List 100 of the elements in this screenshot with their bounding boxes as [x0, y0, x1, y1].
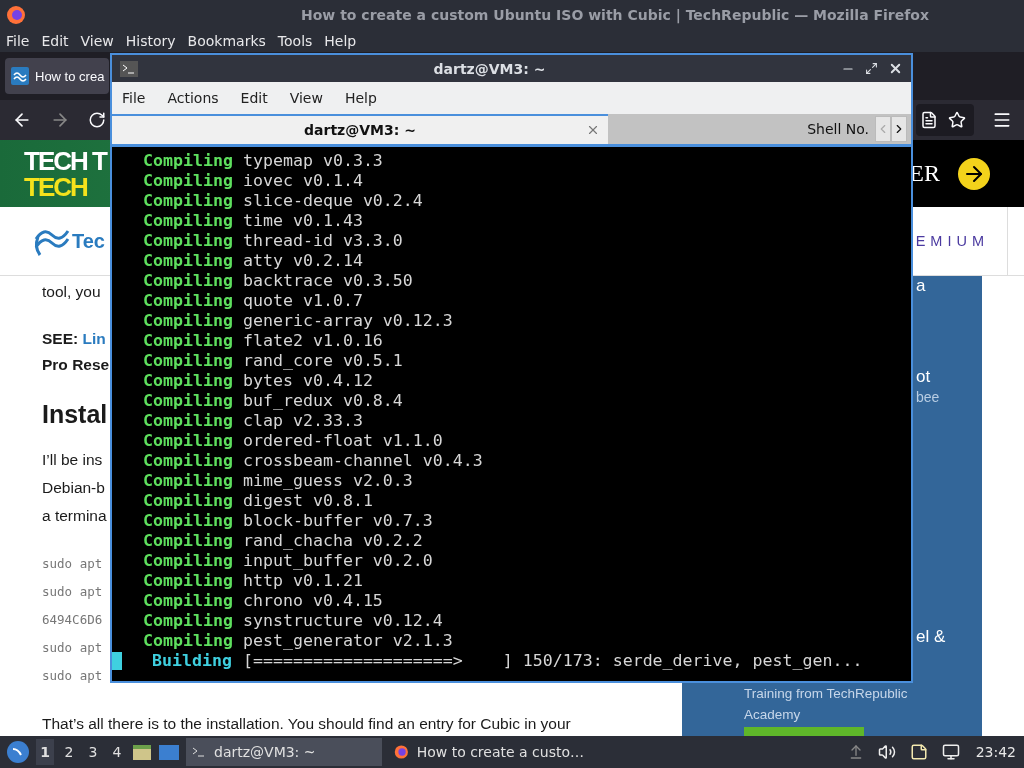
- star-icon[interactable]: [948, 111, 966, 129]
- menu-item[interactable]: Edit: [41, 33, 69, 49]
- terminal-keyword: Compiling: [143, 391, 234, 411]
- window-title: dartz@VM3: ~: [432, 60, 547, 77]
- menu-item[interactable]: History: [125, 33, 176, 49]
- paragraph-text: I’ll be ins: [42, 450, 103, 470]
- menu-item[interactable]: Edit: [240, 90, 268, 106]
- start-menu-icon[interactable]: [6, 740, 30, 764]
- terminal-text: http v0.1.21: [243, 571, 363, 591]
- terminal-keyword: Compiling: [143, 491, 234, 511]
- terminal-text: 150/173: serde_derive, pest_gen...: [522, 651, 863, 671]
- terminal-text: block-buffer v0.7.3: [243, 511, 433, 531]
- terminal-text: bytes v0.4.12: [243, 371, 373, 391]
- clock[interactable]: 23:42: [975, 744, 1016, 760]
- terminal-icon: [192, 746, 206, 758]
- menu-item[interactable]: View: [289, 90, 323, 106]
- terminal-keyword: Compiling: [143, 551, 234, 571]
- terminal-text: synstructure v0.12.4: [243, 611, 443, 631]
- banner-text: TECH: [24, 173, 87, 200]
- terminal-text: flate2 v1.0.16: [243, 331, 383, 351]
- terminal-keyword: Building: [152, 651, 233, 671]
- workspace-button[interactable]: 2: [60, 739, 78, 765]
- terminal-keyword: Compiling: [143, 591, 234, 611]
- see-also-text: SEE: Lin: [42, 329, 106, 349]
- terminal-tab[interactable]: dartz@VM3: ~: [112, 114, 608, 144]
- article-link[interactable]: Lin: [82, 330, 106, 347]
- progress-bar-text: [====================> ]: [243, 651, 513, 671]
- paragraph-text: Debian-b: [42, 478, 105, 498]
- reload-icon[interactable]: [88, 111, 106, 129]
- menu-item[interactable]: File: [122, 90, 146, 106]
- paragraph-text: tool, you: [42, 282, 101, 302]
- workspace-button[interactable]: 1: [36, 739, 54, 765]
- browser-tab[interactable]: How to crea: [5, 58, 109, 94]
- terminal-text: mime_guess v2.0.3: [243, 471, 413, 491]
- workspace-button[interactable]: 4: [108, 739, 126, 765]
- notes-icon[interactable]: [910, 743, 928, 761]
- taskbar-button[interactable]: How to create a custo…: [388, 738, 584, 766]
- menu-item[interactable]: Bookmarks: [187, 33, 266, 49]
- file-manager-icon[interactable]: [132, 742, 152, 762]
- code-line: sudo apt: [42, 583, 103, 601]
- terminal-keyword: Compiling: [143, 251, 234, 271]
- volume-icon[interactable]: [878, 743, 896, 761]
- terminal-keyword: Compiling: [143, 451, 234, 471]
- menu-item[interactable]: Actions: [167, 90, 219, 106]
- menu-item[interactable]: View: [80, 33, 114, 49]
- terminal-text: rand_core v0.5.1: [243, 351, 403, 371]
- premium-link[interactable]: EMIUM: [915, 233, 989, 249]
- scroll-right-icon[interactable]: [891, 116, 907, 142]
- menu-item[interactable]: Tools: [277, 33, 313, 49]
- paragraph-text: a termina: [42, 506, 107, 526]
- terminal-icon: [120, 60, 138, 77]
- menu-item[interactable]: Help: [344, 90, 377, 106]
- menu-item[interactable]: Help: [324, 33, 357, 49]
- sidebar-text: bee: [916, 388, 940, 407]
- terminal-text: typemap v0.3.3: [243, 151, 383, 171]
- cursor-block: [112, 652, 122, 670]
- code-line: 6494C6D6: [42, 611, 103, 629]
- terminal-keyword: Compiling: [143, 331, 234, 351]
- code-line: sudo apt: [42, 639, 103, 657]
- maximize-icon[interactable]: [865, 62, 878, 75]
- close-icon[interactable]: [888, 61, 903, 76]
- terminal-text: generic-array v0.12.3: [243, 311, 453, 331]
- terminal-keyword: Compiling: [143, 471, 234, 491]
- banner-text: TECH T: [24, 147, 106, 174]
- document-icon[interactable]: [920, 111, 938, 129]
- taskbar-button[interactable]: dartz@VM3: ~: [186, 738, 382, 766]
- terminal-keyword: Compiling: [143, 151, 234, 171]
- terminal-text: quote v1.0.7: [243, 291, 363, 311]
- promo-text: Training from TechRepublic: [744, 685, 908, 703]
- terminal-keyword: Compiling: [143, 291, 234, 311]
- terminal-text: rand_chacha v0.2.2: [243, 531, 423, 551]
- terminal-tab[interactable]: Shell No.: [608, 114, 911, 144]
- terminal-text: digest v0.8.1: [243, 491, 373, 511]
- terminal-keyword: Compiling: [143, 611, 234, 631]
- site-logo[interactable]: Tec: [72, 229, 105, 253]
- desktop-icon[interactable]: [158, 742, 180, 762]
- terminal-text: atty v0.2.14: [243, 251, 363, 271]
- terminal-keyword: Compiling: [143, 411, 234, 431]
- terminal-keyword: Compiling: [143, 511, 234, 531]
- terminal-keyword: Compiling: [143, 571, 234, 591]
- terminal-text: time v0.1.43: [243, 211, 363, 231]
- close-tab-icon[interactable]: [586, 123, 600, 137]
- sidebar-text: a: [916, 276, 926, 296]
- url-bar[interactable]: [916, 104, 974, 136]
- terminal-keyword: Compiling: [143, 371, 234, 391]
- terminal-text: thread-id v3.3.0: [243, 231, 403, 251]
- menu-item[interactable]: File: [6, 33, 30, 49]
- terminal-keyword: Compiling: [143, 631, 234, 651]
- network-icon[interactable]: [942, 743, 960, 761]
- menu-icon[interactable]: [992, 110, 1012, 130]
- promo-text: Academy: [744, 706, 801, 724]
- terminal-keyword: Compiling: [143, 351, 234, 371]
- terminal-text: chrono v0.4.15: [243, 591, 383, 611]
- eject-icon[interactable]: [848, 744, 864, 760]
- terminal-text: slice-deque v0.2.4: [243, 191, 423, 211]
- terminal-text: buf_redux v0.8.4: [243, 391, 403, 411]
- window-title: How to create a custom Ubuntu ISO with Cubic | TechRepublic — Mozilla Firefox: [300, 7, 930, 23]
- section-heading: Instal: [42, 399, 108, 430]
- terminal-keyword: Compiling: [143, 171, 234, 191]
- workspace-button[interactable]: 3: [84, 739, 102, 765]
